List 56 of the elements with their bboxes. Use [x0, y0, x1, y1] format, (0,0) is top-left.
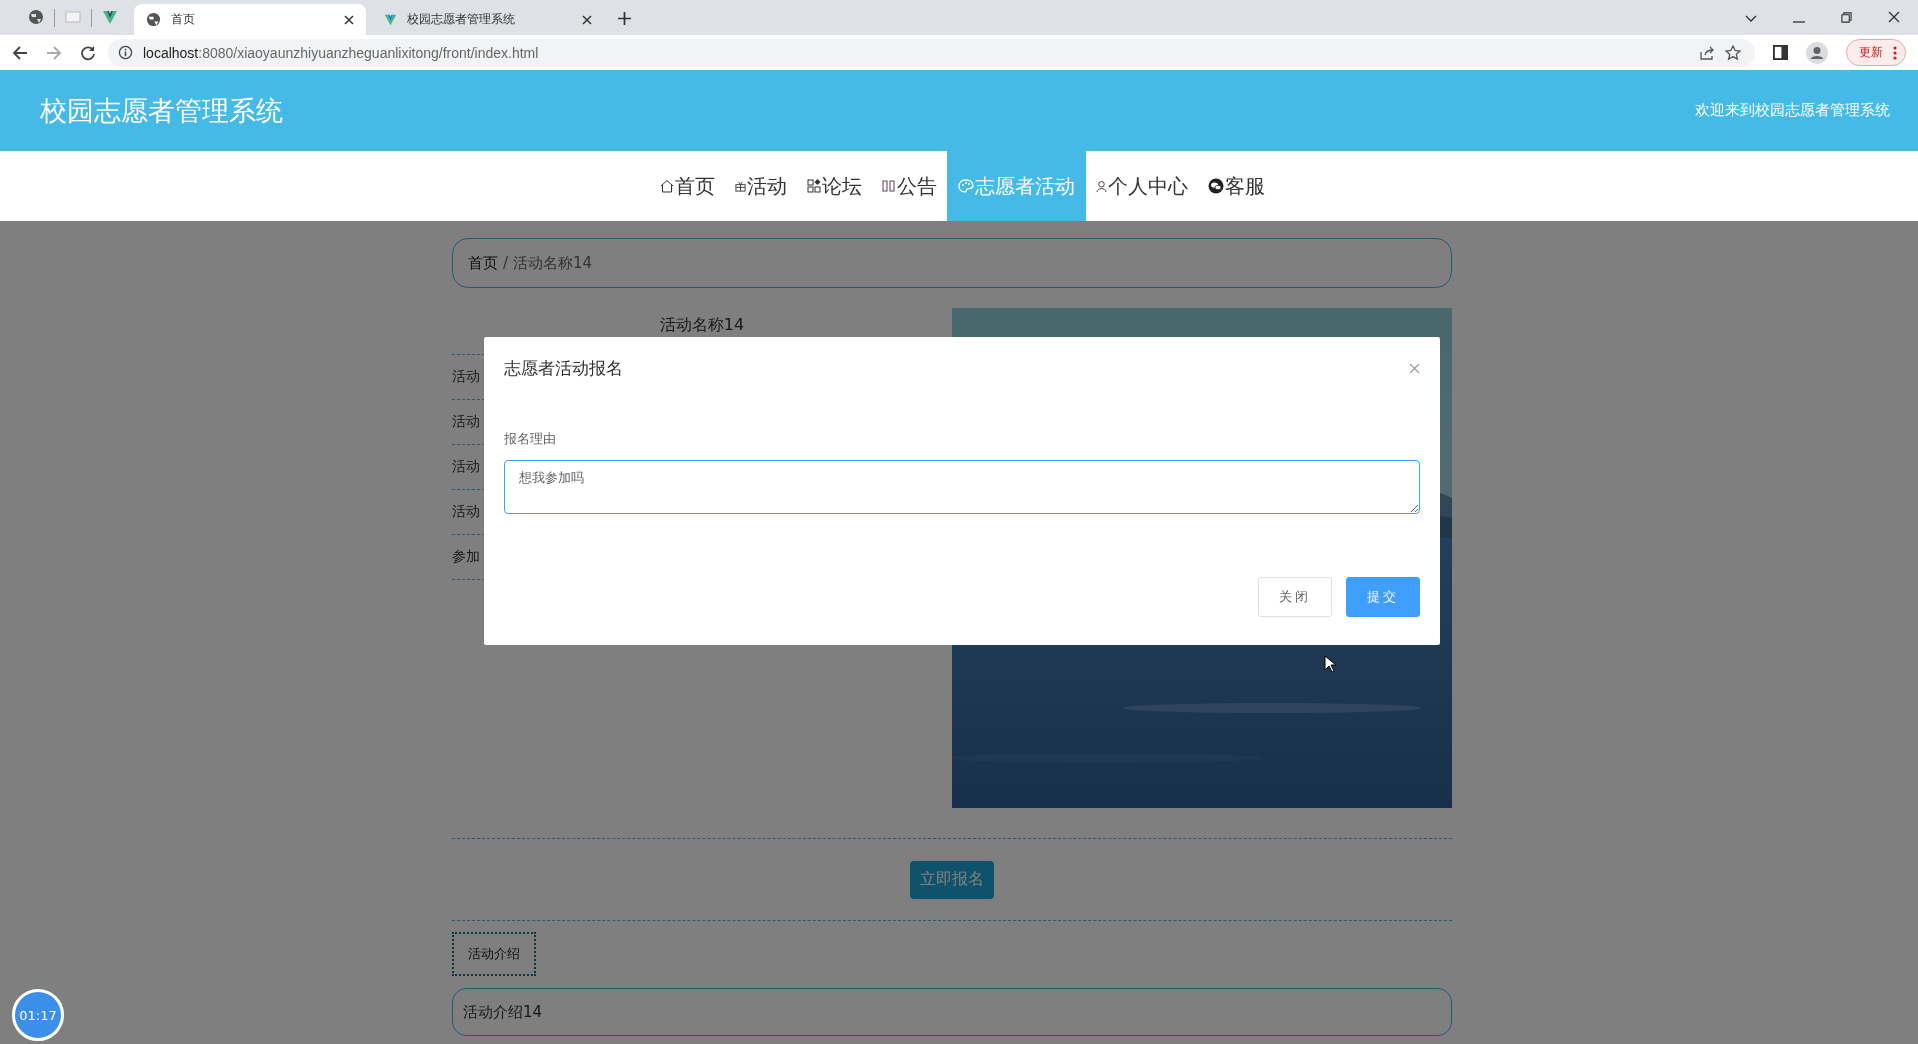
home-icon [659, 179, 674, 193]
back-arrow-icon[interactable] [12, 44, 28, 61]
close-icon[interactable] [344, 14, 354, 25]
palette-icon [957, 179, 974, 193]
breadcrumb-current: 活动名称14 [513, 253, 593, 273]
site-title: 校园志愿者管理系统 [40, 93, 283, 128]
new-tab-icon[interactable] [618, 12, 631, 25]
url-text: localhost:8080/xiaoyaunzhiyuanzheguanlixitong/front/index.html [143, 44, 539, 61]
grid-icon [806, 179, 821, 193]
tab-title: 校园志愿者管理系统 [407, 11, 516, 28]
breadcrumb-link[interactable]: 首页 [468, 253, 498, 273]
detail-label: 活动 [452, 368, 480, 386]
intro-text: 活动介绍14 [463, 1002, 543, 1022]
gift-icon [734, 180, 746, 192]
reason-field[interactable]: 想我参加吗 [504, 460, 1420, 514]
update-button[interactable]: 更新 [1846, 39, 1906, 66]
breadcrumb-separator: / [503, 254, 509, 272]
user-icon [1095, 179, 1107, 193]
chat-bubble-icon [1207, 178, 1224, 194]
section-tab[interactable]: 活动介绍 [452, 932, 536, 976]
address-field[interactable]: localhost:8080/xiaoyaunzhiyuanzheguanlixitong/front/index.html [108, 38, 1755, 67]
more-icon [1893, 45, 1897, 60]
restore-icon[interactable] [1841, 12, 1852, 23]
chevron-down-icon[interactable] [1745, 15, 1757, 23]
globe-icon[interactable] [28, 9, 44, 25]
nav-item[interactable]: 论坛 [796, 151, 872, 221]
profile-icon[interactable] [1806, 41, 1828, 64]
timer-badge: 01:17 [12, 989, 64, 1041]
detail-label: 活动 [452, 413, 480, 431]
close-button[interactable]: 关闭 [1258, 577, 1332, 617]
star-icon[interactable] [1725, 44, 1741, 61]
dialog-title: 志愿者活动报名 [504, 357, 623, 380]
browser-tab[interactable]: 首页 [134, 4, 366, 35]
globe-icon [146, 12, 161, 27]
close-icon[interactable] [1888, 11, 1900, 23]
reload-icon[interactable] [80, 44, 96, 61]
share-icon[interactable] [1699, 44, 1715, 61]
cursor-icon [1324, 655, 1336, 673]
field-label: 报名理由 [504, 430, 557, 448]
v-logo-icon [384, 13, 397, 26]
tab-title: 首页 [171, 11, 196, 28]
bars-icon [881, 180, 896, 192]
browser-tab[interactable]: 校园志愿者管理系统 [372, 4, 604, 35]
v-logo-icon[interactable] [102, 9, 118, 25]
nav-item[interactable]: 个人中心 [1085, 151, 1198, 221]
detail-label: 参加 [452, 548, 480, 566]
nav-item[interactable]: 客服 [1197, 151, 1275, 221]
nav-item[interactable]: 公告 [871, 151, 947, 221]
detail-label: 活动 [452, 503, 480, 521]
nav-item[interactable]: 首页 [649, 151, 725, 221]
close-icon[interactable] [582, 14, 592, 25]
info-icon [118, 45, 133, 60]
detail-label: 活动 [452, 458, 480, 476]
nav-item[interactable]: 活动 [724, 151, 797, 221]
side-panel-icon[interactable] [1773, 45, 1788, 60]
welcome-text: 欢迎来到校园志愿者管理系统 [1695, 101, 1890, 120]
